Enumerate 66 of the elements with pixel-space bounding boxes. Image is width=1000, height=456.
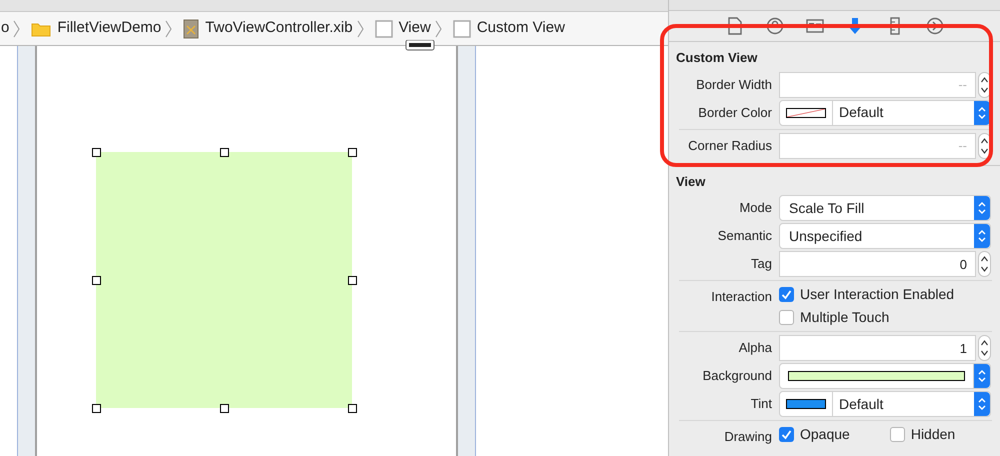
number-field[interactable]: -- <box>779 72 976 98</box>
checkmark-icon <box>781 289 792 300</box>
field-label: Background <box>702 367 772 385</box>
updown-icon <box>977 228 987 244</box>
checkbox-box[interactable] <box>779 310 794 325</box>
field-label: Tag <box>750 255 772 273</box>
checkbox-box[interactable] <box>890 427 905 442</box>
field-label: Border Width <box>695 76 772 94</box>
resize-handle[interactable] <box>348 148 357 157</box>
stepper[interactable] <box>978 132 991 158</box>
breadcrumb-item[interactable]: TwoViewController.xib <box>205 17 353 40</box>
checkmark-icon <box>781 429 792 440</box>
popup-button[interactable]: Scale To Fill <box>779 195 991 221</box>
checkbox[interactable]: Multiple Touch <box>779 307 954 328</box>
number-field[interactable]: 0 <box>779 251 976 277</box>
field-label: Corner Radius <box>687 136 772 154</box>
view-icon <box>452 20 471 38</box>
breadcrumb-item[interactable]: View <box>398 17 431 40</box>
folder-icon <box>31 20 52 36</box>
popup-button[interactable]: Unspecified <box>779 223 991 249</box>
updown-icon <box>977 368 987 384</box>
id-card-icon[interactable] <box>806 17 824 35</box>
stepper[interactable] <box>978 72 991 98</box>
file-icon <box>183 18 200 38</box>
checkbox[interactable]: Opaque <box>779 424 850 445</box>
resize-handle[interactable] <box>220 148 229 157</box>
arrow-circle-icon[interactable] <box>926 17 944 35</box>
chevron-icon <box>434 20 443 38</box>
resize-handle[interactable] <box>92 404 101 413</box>
stepper[interactable] <box>978 251 991 277</box>
color-well[interactable] <box>779 363 991 389</box>
updown-icon <box>977 200 987 216</box>
color-popup-button[interactable]: Default <box>779 391 991 417</box>
checkbox-box[interactable] <box>779 287 794 302</box>
field-label: Border Color <box>697 104 772 122</box>
chevron-icon <box>13 20 22 38</box>
resize-handle[interactable] <box>92 148 101 157</box>
checkbox-box[interactable] <box>779 427 794 442</box>
field-label: Interaction <box>710 288 772 306</box>
color-popup-button[interactable]: Default <box>779 100 991 126</box>
resize-handle[interactable] <box>220 404 229 413</box>
field-label: Drawing <box>723 428 772 446</box>
section-title: View <box>676 172 706 190</box>
breadcrumb-item[interactable]: FilletViewDemo <box>57 17 162 40</box>
section-title: Custom View <box>676 49 758 67</box>
help-icon[interactable] <box>766 17 784 35</box>
updown-icon <box>977 396 987 412</box>
breadcrumb-item[interactable]: Custom View <box>476 17 565 40</box>
number-field[interactable]: 1 <box>779 335 976 361</box>
checkbox[interactable]: User Interaction Enabled <box>779 284 954 305</box>
resize-handle[interactable] <box>348 404 357 413</box>
field-label: Semantic <box>716 227 772 245</box>
updown-icon <box>977 104 987 120</box>
number-field[interactable]: -- <box>779 132 976 158</box>
stepper[interactable] <box>978 335 991 361</box>
view-icon <box>374 20 393 38</box>
field-label: Mode <box>738 199 772 217</box>
chevron-icon <box>356 20 365 38</box>
chevron-icon <box>165 20 174 38</box>
field-label: Alpha <box>738 339 772 357</box>
file-icon[interactable] <box>726 17 744 35</box>
resize-handle[interactable] <box>348 276 357 285</box>
resize-handle[interactable] <box>92 276 101 285</box>
field-label: Tint <box>750 395 772 413</box>
checkbox[interactable]: Hidden <box>890 424 956 445</box>
breadcrumb-item[interactable]: o <box>1 17 10 40</box>
